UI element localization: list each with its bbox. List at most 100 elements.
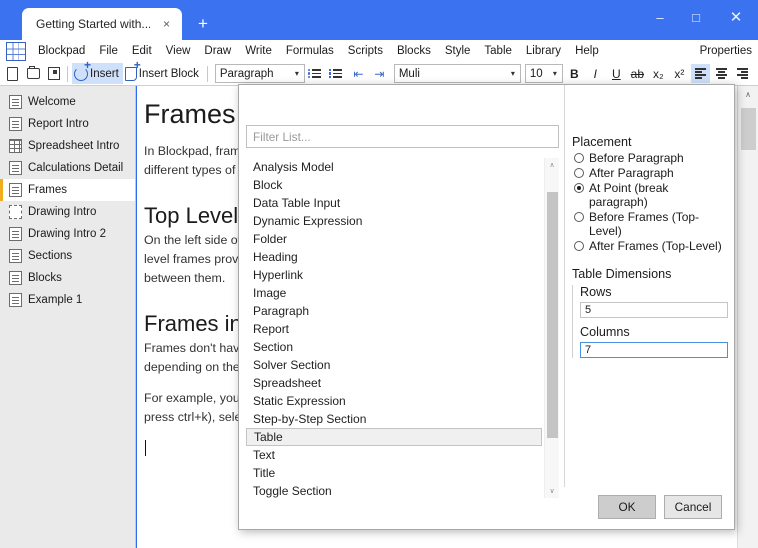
bullet-list-icon[interactable] [307,64,326,83]
list-scroll-up-icon[interactable]: ∧ [545,158,559,172]
frame-type-list[interactable]: Analysis Model Block Data Table Input Dynam… [246,158,559,498]
insert-block-button[interactable]: Insert Block [123,59,203,84]
align-center-icon[interactable] [712,64,731,83]
decrease-indent-icon[interactable]: ⇤ [349,64,368,83]
new-document-icon[interactable] [3,64,21,83]
list-item[interactable]: Report [246,320,542,338]
menu-item-edit[interactable]: Edit [125,43,159,59]
menu-item-table[interactable]: Table [477,43,519,59]
radio-after-frames[interactable]: After Frames (Top-Level) [572,239,728,253]
font-family-select[interactable]: Muli ▾ [393,64,521,83]
ok-button[interactable]: OK [598,495,656,519]
minimize-icon[interactable]: – [642,0,678,34]
insert-button[interactable]: Insert [72,59,123,84]
scroll-up-icon[interactable]: ∧ [738,86,758,103]
sidebar-item-report-intro[interactable]: Report Intro [0,113,135,135]
list-item[interactable]: Data Table Input [246,194,542,212]
underline-button[interactable]: U [607,64,626,83]
title-bar: Getting Started with... × + – □ ✕ [0,0,758,40]
list-item[interactable]: Table [246,428,542,446]
menu-item-help[interactable]: Help [568,43,606,59]
menu-item-file[interactable]: File [92,43,125,59]
radio-at-point[interactable]: At Point (break paragraph) [572,181,728,209]
list-item[interactable]: Spreadsheet [246,374,542,392]
list-item[interactable]: Solver Section [246,356,542,374]
placement-group-title: Placement [572,135,632,149]
sidebar-item-spreadsheet-intro[interactable]: Spreadsheet Intro [0,135,135,157]
sidebar-item-drawing-intro[interactable]: Drawing Intro [0,201,135,223]
maximize-icon[interactable]: □ [678,0,714,34]
list-item[interactable]: Block [246,176,542,194]
menu-item-style[interactable]: Style [438,43,478,59]
list-item[interactable]: Analysis Model [246,158,542,176]
radio-label: At Point (break paragraph) [589,181,669,209]
sidebar-item-label: Drawing Intro [28,206,97,218]
menu-item-formulas[interactable]: Formulas [279,43,341,59]
numbered-list-icon[interactable] [328,64,347,83]
menu-item-write[interactable]: Write [238,43,279,59]
sidebar-item-frames[interactable]: Frames [0,179,135,201]
font-size-value: 10 [529,67,543,80]
menu-item-draw[interactable]: Draw [197,43,238,59]
sidebar-item-label: Blocks [28,272,62,284]
menu-item-blocks[interactable]: Blocks [390,43,438,59]
list-item[interactable]: Title [246,464,542,482]
sidebar-item-drawing-intro-2[interactable]: Drawing Intro 2 [0,223,135,245]
list-item[interactable]: Static Expression [246,392,542,410]
menu-item-blockpad[interactable]: Blockpad [31,43,92,59]
paragraph-style-select[interactable]: Paragraph ▾ [214,64,305,83]
list-item[interactable]: Text [246,446,542,464]
menu-bar: Blockpad File Edit View Draw Write Formu… [0,40,758,62]
strikethrough-button[interactable]: ab [628,64,647,83]
bold-button[interactable]: B [565,64,584,83]
list-item[interactable]: Paragraph [246,302,542,320]
increase-indent-icon[interactable]: ⇥ [370,64,389,83]
menu-item-view[interactable]: View [159,43,198,59]
radio-label: After Frames (Top-Level) [589,239,722,253]
radio-before-frames[interactable]: Before Frames (Top-Level) [572,210,728,238]
filter-input[interactable] [246,125,559,148]
list-scrollbar-thumb[interactable] [547,192,558,438]
sidebar-item-label: Spreadsheet Intro [28,140,120,152]
document-scrollbar[interactable]: ∧ [737,86,758,548]
font-size-select[interactable]: 10 ▾ [524,64,563,83]
list-item[interactable]: Image [246,284,542,302]
list-item[interactable]: Dynamic Expression [246,212,542,230]
sidebar-item-welcome[interactable]: Welcome [0,91,135,113]
align-left-icon[interactable] [690,64,710,83]
toolbar-divider-2 [206,65,208,82]
sidebar-item-sections[interactable]: Sections [0,245,135,267]
list-item[interactable]: Hyperlink [246,266,542,284]
columns-input[interactable] [580,342,728,358]
drawing-icon [9,205,22,219]
rows-input[interactable] [580,302,728,318]
radio-before-paragraph[interactable]: Before Paragraph [572,151,728,165]
superscript-button[interactable]: x² [670,64,689,83]
sidebar-item-calculations-detail[interactable]: Calculations Detail [0,157,135,179]
document-icon [9,161,22,175]
italic-button[interactable]: I [586,64,605,83]
sidebar-item-label: Sections [28,250,73,262]
list-item[interactable]: Section [246,338,542,356]
document-icon [9,293,22,307]
scrollbar-thumb[interactable] [741,108,756,150]
save-icon[interactable] [45,64,63,83]
list-item[interactable]: Step-by-Step Section [246,410,542,428]
sidebar-item-example-1[interactable]: Example 1 [0,289,135,311]
close-tab-icon[interactable]: × [159,16,174,31]
list-scrollbar[interactable]: ∧ ∨ [544,158,559,498]
document-tab[interactable]: Getting Started with... × [22,8,182,40]
sidebar-item-blocks[interactable]: Blocks [0,267,135,289]
cancel-button[interactable]: Cancel [664,495,722,519]
menu-item-scripts[interactable]: Scripts [341,43,390,59]
new-tab-icon[interactable]: + [193,13,213,33]
subscript-button[interactable]: x₂ [649,64,668,83]
list-item[interactable]: Folder [246,230,542,248]
list-item[interactable]: Heading [246,248,542,266]
align-right-icon[interactable] [733,64,752,83]
properties-button[interactable]: Properties [700,45,752,57]
close-window-icon[interactable]: ✕ [714,0,758,34]
radio-after-paragraph[interactable]: After Paragraph [572,166,728,180]
menu-item-library[interactable]: Library [519,43,568,59]
open-folder-icon[interactable] [24,64,42,83]
